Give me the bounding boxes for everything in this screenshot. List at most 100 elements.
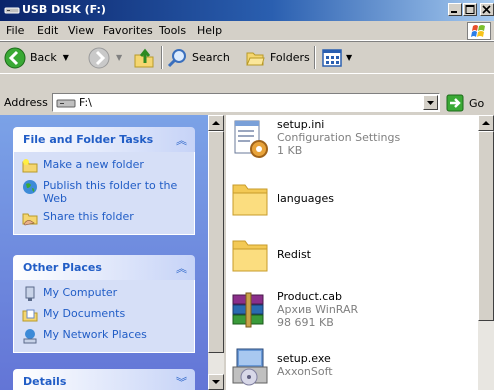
- scroll-up-button[interactable]: [478, 115, 494, 131]
- place-label: My Computer: [43, 286, 118, 299]
- menu-tools[interactable]: Tools: [159, 24, 186, 37]
- place-label: My Network Places: [43, 328, 147, 341]
- drive-icon: [56, 99, 76, 108]
- scroll-up-button[interactable]: [208, 115, 224, 131]
- file-name: setup.ini: [277, 118, 325, 131]
- folder-icon: [232, 184, 268, 216]
- task-share-folder[interactable]: Share this folder: [22, 210, 186, 226]
- file-type: AxxonSoft: [277, 365, 333, 378]
- documents-icon: [22, 309, 38, 322]
- file-list-scrollbar[interactable]: [478, 115, 494, 390]
- task-pane-scrollbar[interactable]: [208, 115, 224, 390]
- forward-arrow-icon: [88, 47, 110, 68]
- folders-button[interactable]: Folders: [244, 46, 310, 69]
- panel-header[interactable]: Details ︾: [13, 369, 195, 390]
- folders-icon: [246, 52, 265, 65]
- file-name: setup.exe: [277, 352, 331, 365]
- minimize-button[interactable]: [448, 3, 462, 16]
- chevron-up-icon: [482, 121, 490, 125]
- scroll-thumb[interactable]: [208, 131, 224, 353]
- toolbar-separator: [314, 46, 316, 69]
- panel-title: Other Places: [23, 261, 102, 274]
- other-places-panel: Other Places ︽ My Computer My Documents …: [13, 255, 195, 353]
- address-field[interactable]: F:\: [52, 93, 440, 112]
- back-label: Back: [30, 51, 57, 64]
- forward-button[interactable]: ▼: [88, 46, 122, 69]
- panel-header[interactable]: File and Folder Tasks ︽: [13, 127, 195, 152]
- close-icon: [482, 5, 491, 14]
- menu-view[interactable]: View: [68, 24, 94, 37]
- file-item[interactable]: Product.cab Архив WinRAR 98 691 KB: [226, 285, 478, 333]
- menu-file[interactable]: File: [6, 24, 24, 37]
- folder-icon: [232, 240, 268, 272]
- menu-bar: File Edit View Favorites Tools Help: [0, 21, 494, 41]
- search-label: Search: [192, 51, 230, 64]
- network-places-icon: [23, 329, 37, 344]
- go-button[interactable]: Go: [446, 94, 494, 112]
- windows-flag-icon: [471, 25, 485, 37]
- chevron-up-icon: [212, 121, 220, 125]
- collapse-chevron-icon[interactable]: ︽: [176, 132, 187, 148]
- file-item[interactable]: languages: [226, 173, 478, 221]
- minimize-icon: [451, 11, 457, 13]
- place-my-documents[interactable]: My Documents: [22, 307, 186, 323]
- maximize-button[interactable]: [463, 3, 477, 16]
- task-publish-to-web[interactable]: Publish this folder to the Web: [22, 179, 186, 205]
- panel-body: My Computer My Documents My Network Plac…: [13, 280, 195, 353]
- go-label: Go: [469, 96, 485, 110]
- toolbar-separator: [161, 46, 163, 69]
- task-make-new-folder[interactable]: Make a new folder: [22, 158, 186, 174]
- up-folder-button[interactable]: [133, 46, 155, 69]
- collapse-chevron-icon[interactable]: ︽: [176, 260, 187, 276]
- share-folder-icon: [22, 213, 38, 226]
- title-bar[interactable]: USB DISK (F:): [0, 0, 494, 21]
- task-label: Publish this folder to the Web: [43, 179, 178, 205]
- menu-favorites[interactable]: Favorites: [103, 24, 153, 37]
- file-item[interactable]: setup.exe AxxonSoft: [226, 341, 478, 389]
- file-name: Product.cab: [277, 290, 343, 303]
- file-name: languages: [277, 192, 334, 205]
- forward-dropdown-icon[interactable]: ▼: [116, 53, 122, 62]
- address-label: Address: [4, 96, 48, 109]
- place-my-computer[interactable]: My Computer: [22, 286, 186, 302]
- file-folder-tasks-panel: File and Folder Tasks ︽ Make a new folde…: [13, 127, 195, 235]
- close-button[interactable]: [480, 3, 494, 16]
- place-my-network-places[interactable]: My Network Places: [22, 328, 186, 344]
- menu-help[interactable]: Help: [197, 24, 222, 37]
- views-dropdown-icon[interactable]: ▼: [346, 53, 352, 62]
- panel-body: Make a new folder Publish this folder to…: [13, 152, 195, 235]
- panel-title: Details: [23, 375, 67, 388]
- scroll-thumb[interactable]: [478, 131, 494, 321]
- file-type: Архив WinRAR: [277, 303, 359, 316]
- maximize-icon: [465, 5, 475, 14]
- file-name: Redist: [277, 248, 311, 261]
- up-folder-icon: [134, 48, 154, 67]
- task-label: Share this folder: [43, 210, 134, 223]
- scroll-down-button[interactable]: [208, 374, 224, 390]
- windows-logo: [467, 22, 491, 40]
- folders-label: Folders: [270, 51, 310, 64]
- chevron-down-icon: [427, 101, 434, 105]
- setup-exe-icon: [232, 348, 268, 386]
- file-type: Configuration Settings: [277, 131, 401, 144]
- back-dropdown-icon[interactable]: ▼: [63, 53, 69, 62]
- menu-edit[interactable]: Edit: [37, 24, 58, 37]
- chevron-down-icon: [212, 380, 220, 384]
- panel-title: File and Folder Tasks: [23, 133, 154, 146]
- details-panel: Details ︾: [13, 369, 195, 390]
- address-dropdown-button[interactable]: [423, 95, 438, 110]
- task-label: Make a new folder: [43, 158, 144, 171]
- file-item[interactable]: Redist: [226, 229, 478, 277]
- computer-icon: [25, 286, 35, 301]
- panel-header[interactable]: Other Places ︽: [13, 255, 195, 280]
- back-button[interactable]: Back ▼: [4, 46, 69, 69]
- file-item[interactable]: setup.ini Configuration Settings 1 KB: [226, 115, 478, 163]
- search-button[interactable]: Search: [166, 46, 230, 69]
- views-button[interactable]: ▼: [321, 46, 352, 69]
- file-size: 1 KB: [277, 144, 303, 157]
- place-label: My Documents: [43, 307, 126, 320]
- explorer-window: USB DISK (F:) File Edit View Favorites T…: [0, 0, 494, 390]
- expand-chevron-icon[interactable]: ︾: [176, 374, 187, 390]
- address-value[interactable]: F:\: [79, 96, 92, 109]
- search-icon: [167, 48, 186, 67]
